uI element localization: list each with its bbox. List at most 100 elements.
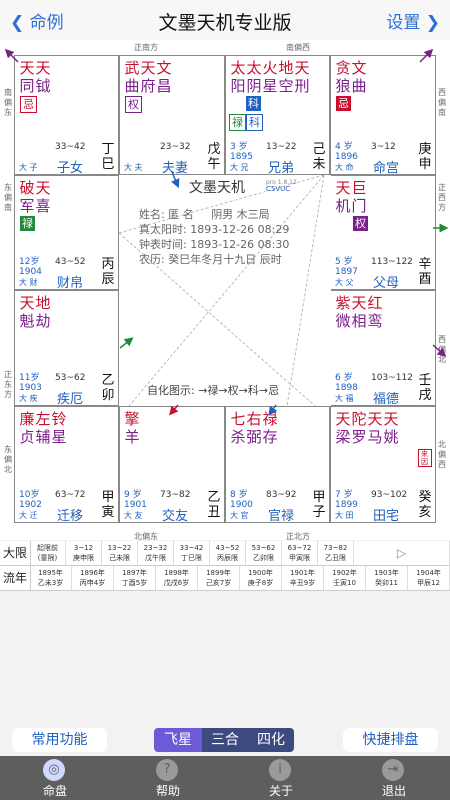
palace-range: 43~52: [55, 257, 86, 267]
tab-about[interactable]: i 关于: [241, 756, 321, 800]
daxian-cell[interactable]: 73~82 乙丑限: [318, 541, 354, 565]
palace-yin[interactable]: 廉左铃 贞辅星 10岁 1902 63~72 大 迁 迁移 甲寅: [14, 406, 119, 523]
daxian-cell[interactable]: 23~32 戊午限: [138, 541, 174, 565]
star-names: 擎羊: [124, 410, 140, 446]
star-char: 廉: [19, 410, 35, 428]
star-char: 陀: [351, 410, 367, 428]
star-char: 文: [156, 59, 172, 77]
star-char: 太: [246, 59, 262, 77]
liunian-cell[interactable]: 1895年 乙未3岁: [30, 566, 72, 590]
segment-sanhe[interactable]: 三合: [202, 728, 248, 752]
star-char: 阴: [246, 77, 262, 95]
daxian-cell[interactable]: 起限前 (童限): [30, 541, 66, 565]
direction-label: 正南方: [134, 43, 158, 52]
palace-xu[interactable]: 紫天红 微相鸾 6 岁 1898 103~112 大 福 福德 壬戌: [330, 290, 436, 406]
star-char: 机: [335, 197, 351, 215]
daxian-tag: 大 友: [124, 511, 143, 520]
palace-range: 73~82: [160, 490, 191, 500]
common-functions-button[interactable]: 常用功能: [12, 728, 107, 752]
palace-mao[interactable]: 天地 魁劫 11岁 1903 53~62 大 疾 疾厄 乙卯: [14, 290, 119, 406]
palace-chen[interactable]: 破天 军喜禄 12岁 1904 43~52 大 财 财帛 丙辰: [14, 175, 119, 290]
direction-label: 西偏南: [438, 88, 446, 117]
star-char: 门: [351, 197, 367, 215]
palace-range: 13~22: [266, 142, 297, 152]
palace-wu[interactable]: 武天文 曲府昌权 23~32 大 夫 夫妻 戊午: [119, 55, 225, 175]
daxian-row: 大限 起限前 (童限) 3~12 庚申限 13~22 己未限 23~32 戊午限 33~42 丁巳…: [0, 541, 450, 566]
star-char: 天: [294, 59, 310, 77]
star-char: 太: [230, 59, 246, 77]
star-char: 钺: [35, 77, 51, 95]
liunian-cell[interactable]: 1902年 壬寅10: [324, 566, 366, 590]
palace-name: 兄弟: [268, 161, 295, 175]
palace-wei[interactable]: 太太火地天 阳阴星空刑科禄科 3 岁 1895 13~22 大 兄 兄弟 己未: [225, 55, 330, 175]
palace-name: 福德: [373, 392, 400, 406]
star-names: 紫天红 微相鸾: [335, 294, 383, 330]
daxian-cell[interactable]: 3~12 庚申限: [66, 541, 102, 565]
palace-chou[interactable]: 擎羊 9 岁 1901 73~82 大 友 交友 乙丑: [119, 406, 225, 523]
quick-chart-button[interactable]: 快捷排盘: [343, 728, 438, 752]
tab-mingpan[interactable]: ◎ 命盘: [15, 756, 95, 800]
palace-shen[interactable]: 贪文 狼曲忌 4 岁 1896 3~12 大 命 命宫 庚申: [330, 55, 436, 175]
direction-label: 南偏东: [4, 88, 12, 117]
zihua-legend: 自化图示: →禄→权→科→忌: [147, 384, 280, 397]
daxian-cell[interactable]: 53~62 乙卯限: [246, 541, 282, 565]
star-char: 天: [335, 410, 351, 428]
version-label: pro 1.8.12 C5VUC: [266, 179, 297, 193]
daxian-cell[interactable]: 63~72 甲寅限: [282, 541, 318, 565]
star-char: 禄: [262, 410, 278, 428]
palace-zi[interactable]: 七右禄 杀弼存 8 岁 1900 83~92 大 官 官禄 甲子: [225, 406, 330, 523]
palace-name: 命宫: [373, 161, 400, 175]
star-char: 辅: [35, 428, 51, 446]
lunar-date: 农历: 癸巳年冬月十九日 辰时: [139, 253, 282, 266]
segment-sihua[interactable]: 四化: [248, 728, 294, 752]
palace-ganzhi: 庚申: [418, 142, 432, 172]
settings-button[interactable]: 设置 ❯: [386, 8, 440, 33]
exit-icon: ⇥: [382, 759, 404, 781]
liunian-cell[interactable]: 1901年 辛丑9岁: [282, 566, 324, 590]
star-names: 天天 同钺: [19, 59, 51, 95]
tab-exit[interactable]: ⇥ 退出: [354, 756, 434, 800]
palace-hai[interactable]: 天陀天天 梁罗马姚 来因 7 岁 1899 93~102 大 田田宅癸亥: [330, 406, 436, 523]
palace-name: 疾厄: [57, 392, 84, 406]
segment-feixing[interactable]: 飞星: [154, 728, 202, 752]
star-char: 刑: [294, 77, 310, 95]
star-char: 魁: [19, 312, 35, 330]
tab-help[interactable]: ? 帮助: [128, 756, 208, 800]
liunian-cell[interactable]: 1904年 甲辰12: [408, 566, 450, 590]
star-names: 破天 军喜: [19, 179, 51, 215]
star-char: 贞: [19, 428, 35, 446]
liunian-cell[interactable]: 1897年 丁酉5岁: [114, 566, 156, 590]
liunian-cell[interactable]: 1899年 己亥7岁: [198, 566, 240, 590]
liunian-cell[interactable]: 1898年 戊戌6岁: [156, 566, 198, 590]
palace-age: 10岁 1902: [19, 490, 42, 510]
liunian-cell[interactable]: 1903年 癸卯11: [366, 566, 408, 590]
direction-label: 东偏北: [4, 445, 12, 474]
daxian-tag: 大 财: [19, 278, 38, 287]
star-char: 铃: [51, 410, 67, 428]
palace-you[interactable]: 天巨 机门权 5 岁 1897 113~122 大 父 父母 辛酉: [330, 175, 436, 290]
clock-time: 钟表时间: 1893-12-26 08:30: [139, 238, 290, 251]
star-char: 天: [140, 59, 156, 77]
palace-age: 6 岁 1898: [335, 373, 358, 393]
palace-age: 5 岁 1897: [335, 257, 358, 277]
palace-range: 93~102: [371, 490, 408, 500]
chart-icon: ◎: [43, 759, 65, 781]
liunian-cell[interactable]: 1896年 丙申4岁: [72, 566, 114, 590]
daxian-cell[interactable]: 13~22 己未限: [102, 541, 138, 565]
palace-name: 子女: [57, 161, 84, 175]
star-char: 天: [35, 59, 51, 77]
palace-si[interactable]: 天天 同钺忌 33~42 大 子 子女 丁巳: [14, 55, 119, 175]
palace-ganzhi: 戊午: [207, 142, 221, 172]
daxian-cell[interactable]: 43~52 丙辰限: [210, 541, 246, 565]
next-arrow-icon[interactable]: ▷: [354, 541, 450, 565]
sihua-badge: 忌: [20, 96, 37, 113]
palace-ganzhi: 己未: [312, 142, 326, 172]
palace-name: 官禄: [268, 509, 295, 523]
star-char: 天: [351, 294, 367, 312]
star-char: 弼: [246, 428, 262, 446]
daxian-cell[interactable]: 33~42 丁巳限: [174, 541, 210, 565]
palace-range: 3~12: [371, 142, 396, 152]
liunian-cell[interactable]: 1900年 庚子8岁: [240, 566, 282, 590]
palace-name: 交友: [162, 509, 189, 523]
daxian-label: 大限: [0, 541, 31, 565]
